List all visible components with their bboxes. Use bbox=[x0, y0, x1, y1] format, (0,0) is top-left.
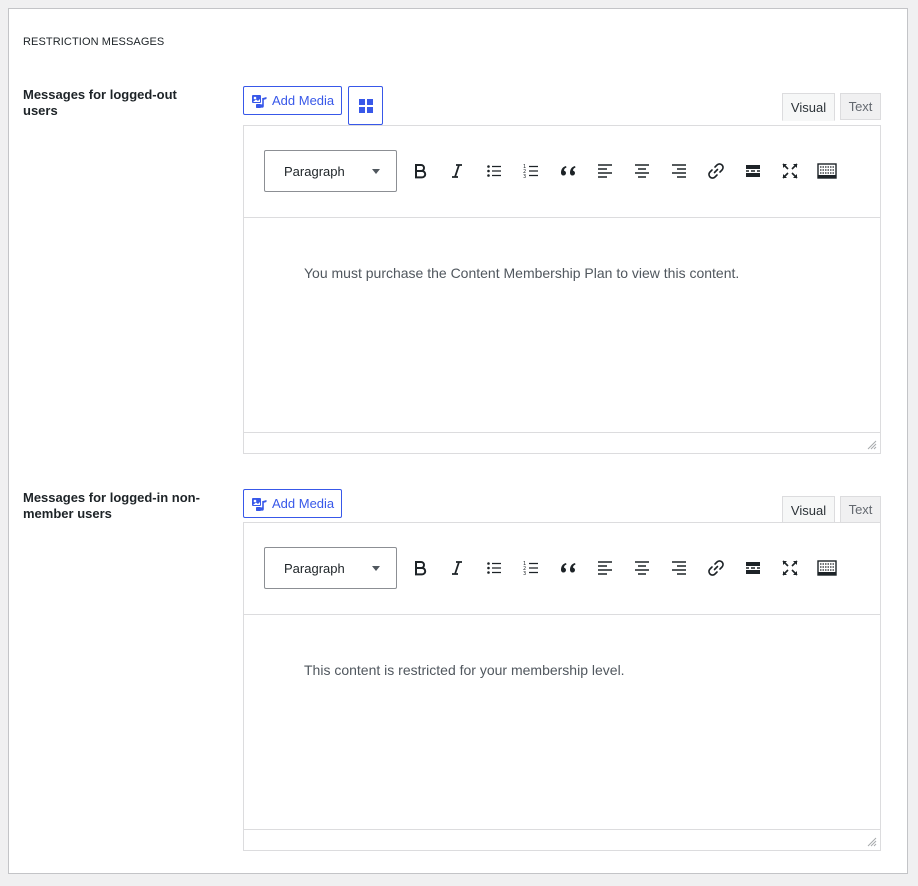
editor-content-text: You must purchase the Content Membership… bbox=[304, 265, 740, 281]
fullscreen-button[interactable] bbox=[778, 159, 802, 183]
field-label-logged-out: Messages for logged-out users bbox=[23, 87, 177, 118]
toolbar-toggle-button[interactable] bbox=[815, 556, 839, 580]
blockquote-icon bbox=[560, 166, 576, 176]
read-more-icon bbox=[746, 562, 760, 574]
numbered-list-icon: 123 bbox=[523, 164, 538, 179]
resize-handle-icon[interactable] bbox=[867, 440, 877, 450]
message-editor-logged-out: Paragraph 123 You must purchase the Cont… bbox=[243, 125, 881, 454]
editor-content-text: This content is restricted for your memb… bbox=[304, 662, 625, 678]
bullet-list-button[interactable] bbox=[482, 159, 506, 183]
add-media-label: Add Media bbox=[272, 496, 335, 511]
editor-toolbar: Paragraph 123 bbox=[244, 523, 880, 615]
message-editor-logged-in-non-member: Paragraph 123 This content is restricted… bbox=[243, 522, 881, 851]
link-button[interactable] bbox=[704, 556, 728, 580]
numbered-list-button[interactable]: 123 bbox=[519, 556, 543, 580]
italic-icon bbox=[452, 164, 462, 178]
chevron-down-icon bbox=[372, 566, 380, 571]
align-left-button[interactable] bbox=[593, 159, 617, 183]
bullet-list-icon bbox=[487, 562, 501, 574]
fullscreen-icon bbox=[782, 163, 798, 179]
bullet-list-icon bbox=[487, 165, 501, 177]
align-center-icon bbox=[635, 561, 649, 575]
add-media-icon bbox=[252, 497, 267, 511]
add-media-button[interactable]: Add Media bbox=[243, 489, 343, 518]
section-title: RESTRICTION MESSAGES bbox=[23, 36, 165, 48]
svg-text:3: 3 bbox=[523, 174, 526, 179]
tab-text[interactable]: Text bbox=[840, 93, 881, 120]
field-label-logged-in-non-member: Messages for logged-in non-member users bbox=[23, 490, 200, 521]
svg-text:3: 3 bbox=[523, 571, 526, 576]
editor-statusbar bbox=[244, 829, 880, 850]
toolbar-toggle-button[interactable] bbox=[815, 159, 839, 183]
bold-icon bbox=[415, 164, 427, 179]
format-select[interactable]: Paragraph bbox=[264, 547, 397, 589]
editor-statusbar bbox=[244, 432, 880, 453]
editor-content-area[interactable]: This content is restricted for your memb… bbox=[244, 615, 880, 829]
align-center-icon bbox=[635, 164, 649, 178]
italic-icon bbox=[452, 561, 462, 575]
italic-button[interactable] bbox=[445, 159, 469, 183]
blockquote-button[interactable] bbox=[556, 556, 580, 580]
format-select-value: Paragraph bbox=[284, 560, 345, 576]
tab-visual[interactable]: Visual bbox=[782, 93, 835, 121]
align-center-button[interactable] bbox=[630, 556, 654, 580]
align-left-icon bbox=[598, 561, 612, 575]
bold-button[interactable] bbox=[408, 556, 432, 580]
toolbar-toggle-icon bbox=[817, 560, 837, 576]
grid-icon bbox=[358, 98, 373, 113]
add-media-button[interactable]: Add Media bbox=[243, 86, 343, 115]
fullscreen-icon bbox=[782, 560, 798, 576]
blockquote-icon bbox=[560, 563, 576, 573]
blockquote-button[interactable] bbox=[556, 159, 580, 183]
block-editor-button[interactable] bbox=[348, 86, 383, 125]
toolbar-toggle-icon bbox=[817, 163, 837, 179]
link-icon bbox=[708, 163, 724, 179]
fullscreen-button[interactable] bbox=[778, 556, 802, 580]
bold-button[interactable] bbox=[408, 159, 432, 183]
numbered-list-icon: 123 bbox=[523, 561, 538, 576]
tab-visual[interactable]: Visual bbox=[782, 496, 835, 524]
read-more-button[interactable] bbox=[741, 556, 765, 580]
align-right-icon bbox=[672, 164, 686, 178]
chevron-down-icon bbox=[372, 169, 380, 174]
add-media-icon bbox=[252, 94, 267, 108]
add-media-label: Add Media bbox=[272, 93, 335, 108]
link-icon bbox=[708, 560, 724, 576]
align-left-button[interactable] bbox=[593, 556, 617, 580]
read-more-button[interactable] bbox=[741, 159, 765, 183]
bullet-list-button[interactable] bbox=[482, 556, 506, 580]
editor-content-area[interactable]: You must purchase the Content Membership… bbox=[244, 218, 880, 432]
format-select-value: Paragraph bbox=[284, 163, 345, 179]
resize-handle-icon[interactable] bbox=[867, 837, 877, 847]
restriction-messages-panel: RESTRICTION MESSAGES Messages for logged… bbox=[8, 8, 908, 874]
align-left-icon bbox=[598, 164, 612, 178]
editor-toolbar: Paragraph 123 bbox=[244, 126, 880, 218]
format-select[interactable]: Paragraph bbox=[264, 150, 397, 192]
align-right-button[interactable] bbox=[667, 159, 691, 183]
bold-icon bbox=[415, 561, 427, 576]
link-button[interactable] bbox=[704, 159, 728, 183]
tab-text[interactable]: Text bbox=[840, 496, 881, 523]
align-right-button[interactable] bbox=[667, 556, 691, 580]
align-center-button[interactable] bbox=[630, 159, 654, 183]
numbered-list-button[interactable]: 123 bbox=[519, 159, 543, 183]
italic-button[interactable] bbox=[445, 556, 469, 580]
align-right-icon bbox=[672, 561, 686, 575]
read-more-icon bbox=[746, 165, 760, 177]
